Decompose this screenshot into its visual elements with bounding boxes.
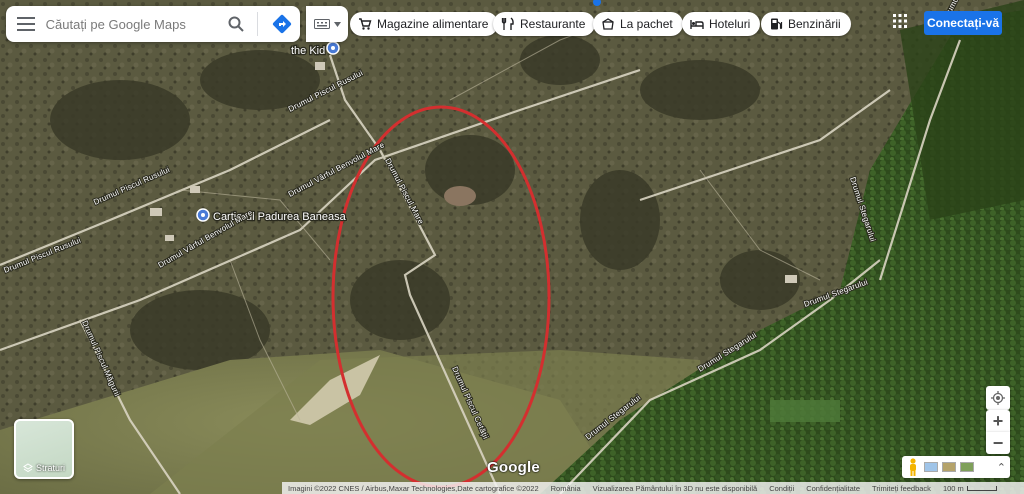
fork-knife-icon	[501, 17, 515, 31]
cart-icon	[358, 17, 372, 31]
chip-label: Benzinării	[788, 17, 841, 31]
takeout-icon	[601, 17, 615, 31]
apps-grid-icon	[893, 14, 907, 28]
layers-label-row: Straturi	[16, 463, 72, 473]
directions-button[interactable]	[264, 6, 300, 42]
footer-bar: Imagini ©2022 CNES / Airbus,Maxar Techno…	[282, 482, 1024, 494]
place-pin-cartierul	[196, 208, 210, 222]
fuel-icon	[769, 17, 783, 31]
search-box	[6, 6, 300, 42]
chip-groceries[interactable]: Magazine alimentare	[350, 12, 499, 36]
zoom-out-button[interactable]: −	[986, 432, 1010, 454]
place-pin-the-kid	[326, 41, 340, 55]
chip-restaurants[interactable]: Restaurante	[493, 12, 596, 36]
chevron-down-icon	[333, 21, 341, 27]
privacy-link[interactable]: Confidențialitate	[800, 484, 866, 493]
hamburger-menu-icon	[16, 17, 35, 31]
scale-bar[interactable]: 100 m	[937, 484, 1003, 493]
scale-label: 100 m	[942, 483, 964, 493]
pegman-icon[interactable]	[906, 458, 920, 476]
bed-icon	[690, 17, 704, 31]
menu-button[interactable]	[6, 6, 46, 42]
google-logo: Google	[487, 459, 540, 476]
my-location-icon	[991, 391, 1005, 405]
place-label-the-kid: the Kid	[291, 45, 325, 57]
my-location-button[interactable]	[986, 386, 1010, 410]
chip-label: La pachet	[620, 17, 673, 31]
layers-label: Straturi	[35, 463, 65, 473]
directions-icon	[273, 14, 292, 34]
search-divider	[257, 12, 259, 36]
country-text: România	[550, 483, 581, 493]
terms-link[interactable]: Condiții	[763, 484, 800, 493]
chip-takeout[interactable]: La pachet	[593, 12, 683, 36]
chip-label: Magazine alimentare	[377, 17, 489, 31]
scale-line	[966, 485, 997, 491]
apps-button[interactable]	[893, 14, 911, 32]
imagery-thumb-1[interactable]	[924, 462, 938, 472]
layers-button[interactable]: Straturi	[14, 419, 74, 479]
chip-gas-stations[interactable]: Benzinării	[761, 12, 851, 36]
imagery-thumb-3[interactable]	[960, 462, 974, 472]
signin-button[interactable]: Conectați-vă	[924, 11, 1002, 35]
search-input[interactable]	[45, 9, 222, 39]
zoom-in-button[interactable]: +	[986, 410, 1010, 432]
street-view-tray: ⌃	[902, 456, 1010, 478]
imagery-thumb-2[interactable]	[942, 462, 956, 472]
chip-hotels[interactable]: Hoteluri	[682, 12, 761, 36]
attribution-text: Imagini ©2022 CNES / Airbus,Maxar Techno…	[288, 483, 539, 493]
search-button[interactable]	[222, 6, 252, 42]
keyboard-icon	[313, 19, 330, 29]
map-imagery: the Kid Cartierul Padurea Baneasa Drumul…	[0, 0, 1024, 494]
search-icon	[228, 16, 245, 32]
layers-icon	[23, 463, 33, 473]
satellite-map[interactable]: the Kid Cartierul Padurea Baneasa Drumul…	[0, 0, 1024, 494]
chip-label: Restaurante	[520, 17, 586, 31]
expand-tray-button[interactable]: ⌃	[997, 461, 1006, 474]
input-tools-button[interactable]	[306, 6, 348, 42]
feedback-link[interactable]: Trimiteți feedback	[866, 484, 937, 493]
earth-3d-link[interactable]: Vizualizarea Pământului în 3D nu este di…	[587, 484, 764, 493]
chip-label: Hoteluri	[709, 17, 751, 31]
